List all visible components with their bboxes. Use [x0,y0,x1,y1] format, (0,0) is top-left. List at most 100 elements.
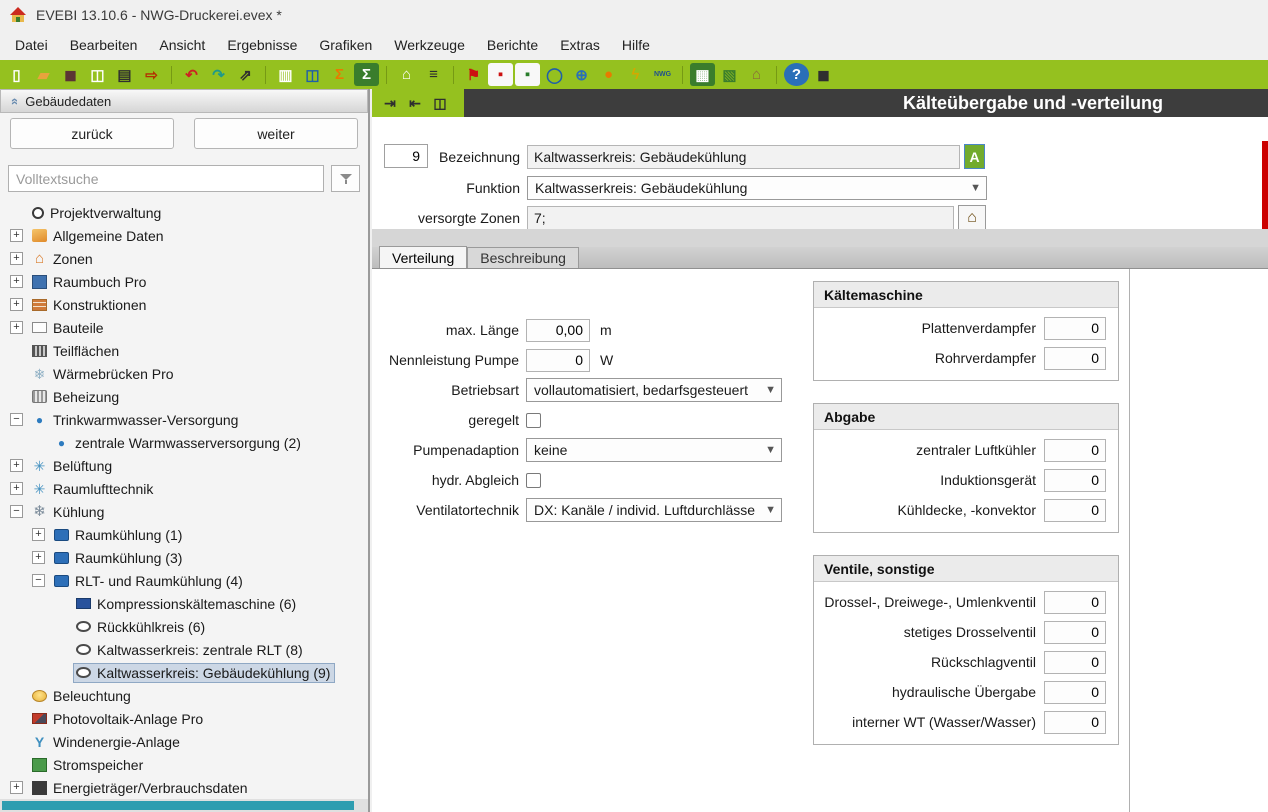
tree-item-kuehlung[interactable]: −Kühlung [0,500,368,523]
menu-item-werkzeuge[interactable]: Werkzeuge [383,32,476,58]
geregelt-checkbox[interactable] [526,413,541,428]
report-document-icon[interactable]: ▥ [273,63,298,86]
drossel-dreiwege-umlenkventil-input[interactable] [1044,591,1106,614]
rohrverdampfer-input[interactable] [1044,347,1106,370]
versorgte-zonen-input[interactable] [527,206,954,230]
open-folder-icon[interactable]: ▰ [31,63,56,86]
max-laenge-input[interactable] [526,319,590,342]
menu-item-bearbeiten[interactable]: Bearbeiten [59,32,149,58]
globe-icon[interactable]: ⊕ [569,63,594,86]
menu-item-datei[interactable]: Datei [4,32,59,58]
compare-documents-icon[interactable]: ◫ [300,63,325,86]
expander-icon[interactable]: + [32,551,45,564]
expander-icon[interactable]: + [10,229,23,242]
green-marker-icon[interactable]: ▪ [515,63,540,86]
sidebar-header[interactable]: » Gebäudedaten [0,89,368,113]
undo-icon[interactable]: ↶ [179,63,204,86]
redo-icon[interactable]: ↷ [206,63,231,86]
ventilatortechnik-select[interactable]: DX: Kanäle / individ. Luftdurchlässe▼ [526,498,782,522]
auto-name-button[interactable]: A [964,144,985,169]
induktionsgeraet-input[interactable] [1044,469,1106,492]
wizard-arrow-icon[interactable]: ⇗ [233,63,258,86]
scrollbar-thumb[interactable] [2,801,354,810]
zoom-icon[interactable]: ◯ [542,63,567,86]
tree-item-teilflaechen[interactable]: Teilflächen [0,339,368,362]
plattenverdampfer-input[interactable] [1044,317,1106,340]
tree-item-rlt-und-raumkuehlung-4[interactable]: −RLT- und Raumkühlung (4) [0,569,368,592]
tree-item-trinkwarmwasser-versorgung[interactable]: −Trinkwarmwasser-Versorgung [0,408,368,431]
stetiges-drosselventil-input[interactable] [1044,621,1106,644]
hydr-abgleich-checkbox[interactable] [526,473,541,488]
print-icon[interactable]: ▤ [112,63,137,86]
red-marker-icon[interactable]: ▪ [488,63,513,86]
building-sketch-icon[interactable]: ⌂ [744,63,769,86]
expander-icon[interactable]: + [10,781,23,794]
tree-item-projektverwaltung[interactable]: Projektverwaltung [0,201,368,224]
tree-item-bauteile[interactable]: +Bauteile [0,316,368,339]
tree-item-windenergie-anlage[interactable]: Windenergie-Anlage [0,730,368,753]
tree-item-kaltwasserkreis-gebaeudekuehlung-9[interactable]: Kaltwasserkreis: Gebäudekühlung (9) [0,661,368,684]
building-data-icon[interactable]: ⌂ [394,63,419,86]
tree-item-beleuchtung[interactable]: Beleuchtung [0,684,368,707]
search-input[interactable] [8,165,324,192]
lightning-icon[interactable]: ϟ [623,63,648,86]
nwg-icon[interactable]: NWG [650,63,675,86]
tree-item-beheizung[interactable]: Beheizung [0,385,368,408]
funktion-select[interactable]: Kaltwasserkreis: Gebäudekühlung ▼ [527,176,987,200]
tree-item-allgemeine-daten[interactable]: +Allgemeine Daten [0,224,368,247]
zone-picker-button[interactable]: ⌂ [958,205,986,230]
save-icon[interactable]: ◼ [58,63,83,86]
hydraulische-uebergabe-input[interactable] [1044,681,1106,704]
nennleistung-pumpe-input[interactable] [526,349,590,372]
green-panel-icon[interactable]: ▦ [690,63,715,86]
next-button[interactable]: weiter [194,118,358,149]
rueckschlagventil-input[interactable] [1044,651,1106,674]
back-button[interactable]: zurück [10,118,174,149]
tree-item-waermebruecken-pro[interactable]: Wärmebrücken Pro [0,362,368,385]
document-green-icon[interactable]: ▧ [717,63,742,86]
help-icon[interactable]: ? [784,63,809,86]
record-scrollbar[interactable] [1262,141,1268,233]
menu-item-ansicht[interactable]: Ansicht [148,32,216,58]
tree-item-belueftung[interactable]: +Belüftung [0,454,368,477]
transfer-left-icon[interactable]: ⇤ [405,93,425,113]
expander-icon[interactable]: − [32,574,45,587]
dark-app-icon[interactable]: ◼ [811,63,836,86]
zentraler-luftkuehler-input[interactable] [1044,439,1106,462]
tree-item-kaltwasserkreis-zentrale-rlt-8[interactable]: Kaltwasserkreis: zentrale RLT (8) [0,638,368,661]
tree-item-stromspeicher[interactable]: Stromspeicher [0,753,368,776]
transfer-right-icon[interactable]: ⇥ [380,93,400,113]
tab-beschreibung[interactable]: Beschreibung [467,247,579,268]
new-document-icon[interactable]: ▯ [4,63,29,86]
bezeichnung-input[interactable] [527,145,960,169]
copy-pages-icon[interactable]: ◫ [85,63,110,86]
menu-item-extras[interactable]: Extras [549,32,611,58]
comment-icon[interactable]: ⚑ [461,63,486,86]
copy-record-icon[interactable]: ◫ [430,93,450,113]
expander-icon[interactable]: + [10,252,23,265]
interner-wt-wasser-wasser-input[interactable] [1044,711,1106,734]
sum-orange-icon[interactable]: Σ [327,63,352,86]
tab-verteilung[interactable]: Verteilung [379,246,467,268]
tree-item-rueckkuehlkreis-6[interactable]: Rückkühlkreis (6) [0,615,368,638]
tree-item-raumkuehlung-1[interactable]: +Raumkühlung (1) [0,523,368,546]
expander-icon[interactable]: + [10,482,23,495]
betriebsart-select[interactable]: vollautomatisiert, bedarfsgesteuert▼ [526,378,782,402]
expander-icon[interactable]: + [10,459,23,472]
expander-icon[interactable]: − [10,413,23,426]
tree-item-raumbuch-pro[interactable]: +Raumbuch Pro [0,270,368,293]
tree-item-konstruktionen[interactable]: +Konstruktionen [0,293,368,316]
kuehldecke-konvektor-input[interactable] [1044,499,1106,522]
list-icon[interactable]: ≡ [421,63,446,86]
tree-item-kompressionskaeltemaschine-6[interactable]: Kompressionskältemaschine (6) [0,592,368,615]
menu-item-hilfe[interactable]: Hilfe [611,32,661,58]
tree-item-raumlufttechnik[interactable]: +Raumlufttechnik [0,477,368,500]
sum-green-icon[interactable]: Σ [354,63,379,86]
tree-item-zentrale-warmwasserversorgung-2[interactable]: zentrale Warmwasserversorgung (2) [0,431,368,454]
expander-icon[interactable]: − [10,505,23,518]
export-icon[interactable]: ⇨ [139,63,164,86]
menu-item-grafiken[interactable]: Grafiken [308,32,383,58]
orange-dot-icon[interactable]: ● [596,63,621,86]
expander-icon[interactable]: + [32,528,45,541]
sidebar-horizontal-scrollbar[interactable] [0,799,368,812]
